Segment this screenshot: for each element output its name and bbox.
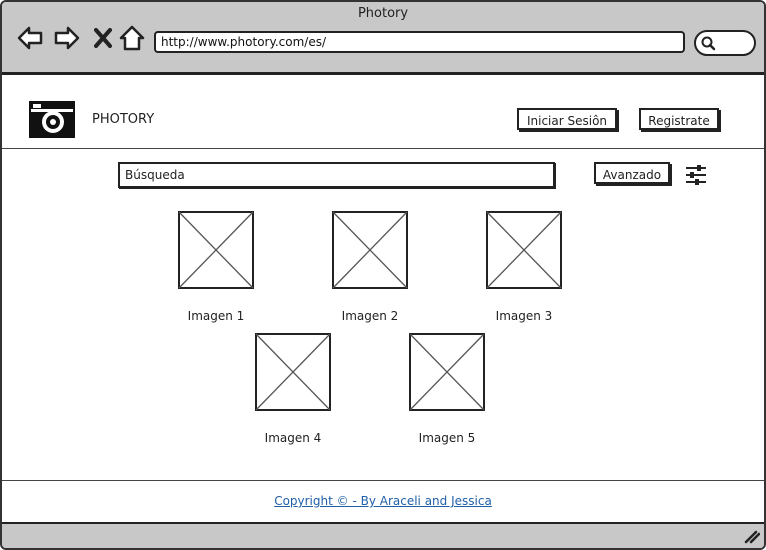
footer-divider [2, 480, 764, 481]
brand-name[interactable]: PHOTORY [92, 112, 154, 127]
image-placeholder-5[interactable] [409, 333, 485, 411]
search-icon [701, 36, 716, 51]
sliders-icon[interactable] [684, 164, 708, 186]
image-label-4: Imagen 4 [264, 431, 322, 445]
forward-arrow-icon[interactable] [53, 24, 81, 52]
browser-window: Photory http://www.photory.com/es/ PHOTO… [0, 0, 766, 550]
image-placeholder-4[interactable] [255, 333, 331, 411]
image-label-2: Imagen 2 [341, 309, 399, 323]
login-button[interactable]: Iniciar Sesiôn [517, 108, 617, 130]
image-placeholder-3[interactable] [486, 211, 562, 289]
status-bar [2, 522, 764, 548]
image-label-5: Imagen 5 [418, 431, 476, 445]
image-placeholder-1[interactable] [178, 211, 254, 289]
image-label-1: Imagen 1 [187, 309, 245, 323]
image-placeholder-2[interactable] [332, 211, 408, 289]
home-icon[interactable] [118, 24, 146, 52]
copyright-link[interactable]: Copyright © - By Araceli and Jessica [2, 494, 764, 508]
advanced-search-button[interactable]: Avanzado [594, 162, 670, 184]
header-divider [2, 148, 764, 149]
close-x-icon[interactable] [90, 24, 118, 52]
image-label-3: Imagen 3 [495, 309, 553, 323]
window-title: Photory [357, 6, 409, 21]
browser-search-field[interactable] [694, 30, 756, 56]
register-button[interactable]: Registrate [639, 108, 719, 130]
resize-grip-icon[interactable] [742, 528, 761, 548]
address-bar[interactable]: http://www.photory.com/es/ [154, 31, 685, 53]
camera-icon[interactable] [28, 98, 76, 140]
back-arrow-icon[interactable] [16, 24, 44, 52]
browser-toolbar: Photory http://www.photory.com/es/ [2, 2, 764, 75]
search-input[interactable]: Búsqueda [118, 162, 555, 188]
